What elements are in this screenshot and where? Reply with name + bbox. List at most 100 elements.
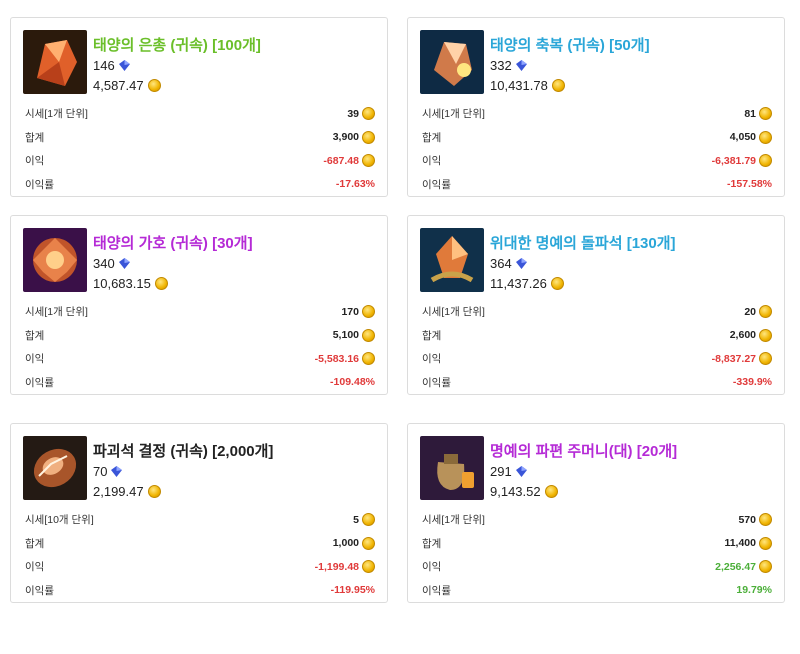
- row-profit-rate: 이익률 -157.58%: [422, 173, 772, 197]
- row-label: 이익률: [422, 376, 451, 389]
- row-label: 이익률: [25, 376, 54, 389]
- row-label: 이익: [25, 155, 45, 168]
- row-label: 이익률: [25, 584, 54, 597]
- row-label: 시세[1개 단위]: [25, 108, 88, 121]
- honor-shard-pouch-icon: [420, 436, 484, 500]
- sun-protection-icon: [23, 228, 87, 292]
- crystal-price: 340: [93, 256, 131, 271]
- gold-coin-icon: [759, 352, 772, 366]
- gold-coin-icon: [759, 107, 772, 121]
- row-profit: 이익 -1,199.48: [25, 555, 375, 579]
- row-total: 합계 3,900: [25, 126, 375, 150]
- gold-coin-icon: [362, 328, 375, 342]
- honor-breakthrough-icon: [420, 228, 484, 292]
- gold-coin-icon: [362, 130, 375, 144]
- gold-price: 10,683.15: [93, 276, 168, 291]
- destruction-crystal-icon: [23, 436, 87, 500]
- gold-price: 10,431.78: [490, 78, 565, 93]
- row-value: 4,050: [730, 130, 772, 144]
- gold-price: 9,143.52: [490, 484, 558, 499]
- row-label: 이익: [422, 561, 442, 574]
- row-label: 합계: [25, 537, 45, 550]
- sun-grace-icon: [23, 30, 87, 94]
- crystal-price: 146: [93, 58, 131, 73]
- crystal-icon: [515, 60, 527, 71]
- gold-coin-icon: [362, 305, 375, 319]
- gold-price: 2,199.47: [93, 484, 161, 499]
- gold-coin-icon: [759, 130, 772, 144]
- row-unit-price: 시세[1개 단위] 570: [422, 508, 772, 532]
- gold-coin-icon: [362, 560, 375, 574]
- crystal-price: 70: [93, 464, 123, 479]
- row-value: -1,199.48: [315, 560, 375, 574]
- row-total: 합계 11,400: [422, 532, 772, 556]
- gold-price: 11,437.26: [490, 276, 564, 291]
- gold-coin-icon: [362, 107, 375, 121]
- sun-blessing-icon: [420, 30, 484, 94]
- row-value: 570: [738, 513, 772, 527]
- row-unit-price: 시세[1개 단위] 39: [25, 102, 375, 126]
- row-value: -119.95%: [330, 584, 375, 597]
- gold-coin-icon: [147, 485, 161, 498]
- row-value: 39: [347, 107, 375, 121]
- row-value: 3,900: [333, 130, 375, 144]
- row-label: 이익: [25, 561, 45, 574]
- row-profit: 이익 -6,381.79: [422, 149, 772, 173]
- row-label: 이익: [422, 155, 442, 168]
- item-title: 태양의 가호 (귀속) [30개]: [93, 235, 253, 252]
- row-profit: 이익 2,256.47: [422, 555, 772, 579]
- item-card-sun-blessing: 태양의 축복 (귀속) [50개] 332 10,431.78 시세[1개 단위…: [407, 17, 785, 197]
- row-label: 이익: [25, 353, 45, 366]
- row-profit-rate: 이익률 -17.63%: [25, 173, 375, 197]
- row-label: 합계: [422, 537, 442, 550]
- row-value: -339.9%: [732, 376, 772, 389]
- row-value: 5: [353, 513, 375, 527]
- row-label: 합계: [25, 131, 45, 144]
- row-profit-rate: 이익률 -119.95%: [25, 579, 375, 603]
- gold-coin-icon: [551, 79, 565, 92]
- gold-coin-icon: [362, 352, 375, 366]
- gold-coin-icon: [759, 328, 772, 342]
- row-value: 81: [744, 107, 772, 121]
- gold-coin-icon: [147, 79, 161, 92]
- row-profit-rate: 이익률 -339.9%: [422, 371, 772, 395]
- row-value: 170: [341, 305, 375, 319]
- crystal-price: 364: [490, 256, 528, 271]
- crystal-icon: [111, 466, 123, 477]
- crystal-price: 332: [490, 58, 528, 73]
- row-value: 2,600: [730, 328, 772, 342]
- row-label: 시세[1개 단위]: [25, 306, 88, 319]
- gold-coin-icon: [362, 154, 375, 168]
- gold-coin-icon: [759, 154, 772, 168]
- row-value: -157.58%: [727, 178, 772, 191]
- item-card-sun-protection: 태양의 가호 (귀속) [30개] 340 10,683.15 시세[1개 단위…: [10, 215, 388, 395]
- crystal-icon: [118, 60, 130, 71]
- gold-coin-icon: [759, 536, 772, 550]
- row-value: -17.63%: [335, 178, 375, 191]
- row-label: 시세[1개 단위]: [422, 514, 485, 527]
- crystal-price: 291: [490, 464, 528, 479]
- item-card-honor-breakthrough: 위대한 명예의 돌파석 [130개] 364 11,437.26 시세[1개 단…: [407, 215, 785, 395]
- row-profit: 이익 -687.48: [25, 149, 375, 173]
- row-profit-rate: 이익률 19.79%: [422, 579, 772, 603]
- row-value: -6,381.79: [712, 154, 772, 168]
- row-value: -5,583.16: [315, 352, 375, 366]
- row-value: -687.48: [323, 154, 375, 168]
- gold-coin-icon: [544, 485, 558, 498]
- row-total: 합계 1,000: [25, 532, 375, 556]
- row-total: 합계 5,100: [25, 324, 375, 348]
- row-value: -8,837.27: [712, 352, 772, 366]
- row-value: 2,256.47: [715, 560, 772, 574]
- row-label: 시세[1개 단위]: [422, 108, 485, 121]
- row-total: 합계 4,050: [422, 126, 772, 150]
- row-value: -109.48%: [330, 376, 375, 389]
- row-value: 19.79%: [736, 584, 772, 597]
- row-unit-price: 시세[10개 단위] 5: [25, 508, 375, 532]
- row-unit-price: 시세[1개 단위] 81: [422, 102, 772, 126]
- row-unit-price: 시세[1개 단위] 20: [422, 300, 772, 324]
- row-label: 이익률: [422, 178, 451, 191]
- row-label: 합계: [422, 329, 442, 342]
- row-value: 20: [744, 305, 772, 319]
- row-label: 시세[1개 단위]: [422, 306, 485, 319]
- item-title: 위대한 명예의 돌파석 [130개]: [490, 235, 676, 252]
